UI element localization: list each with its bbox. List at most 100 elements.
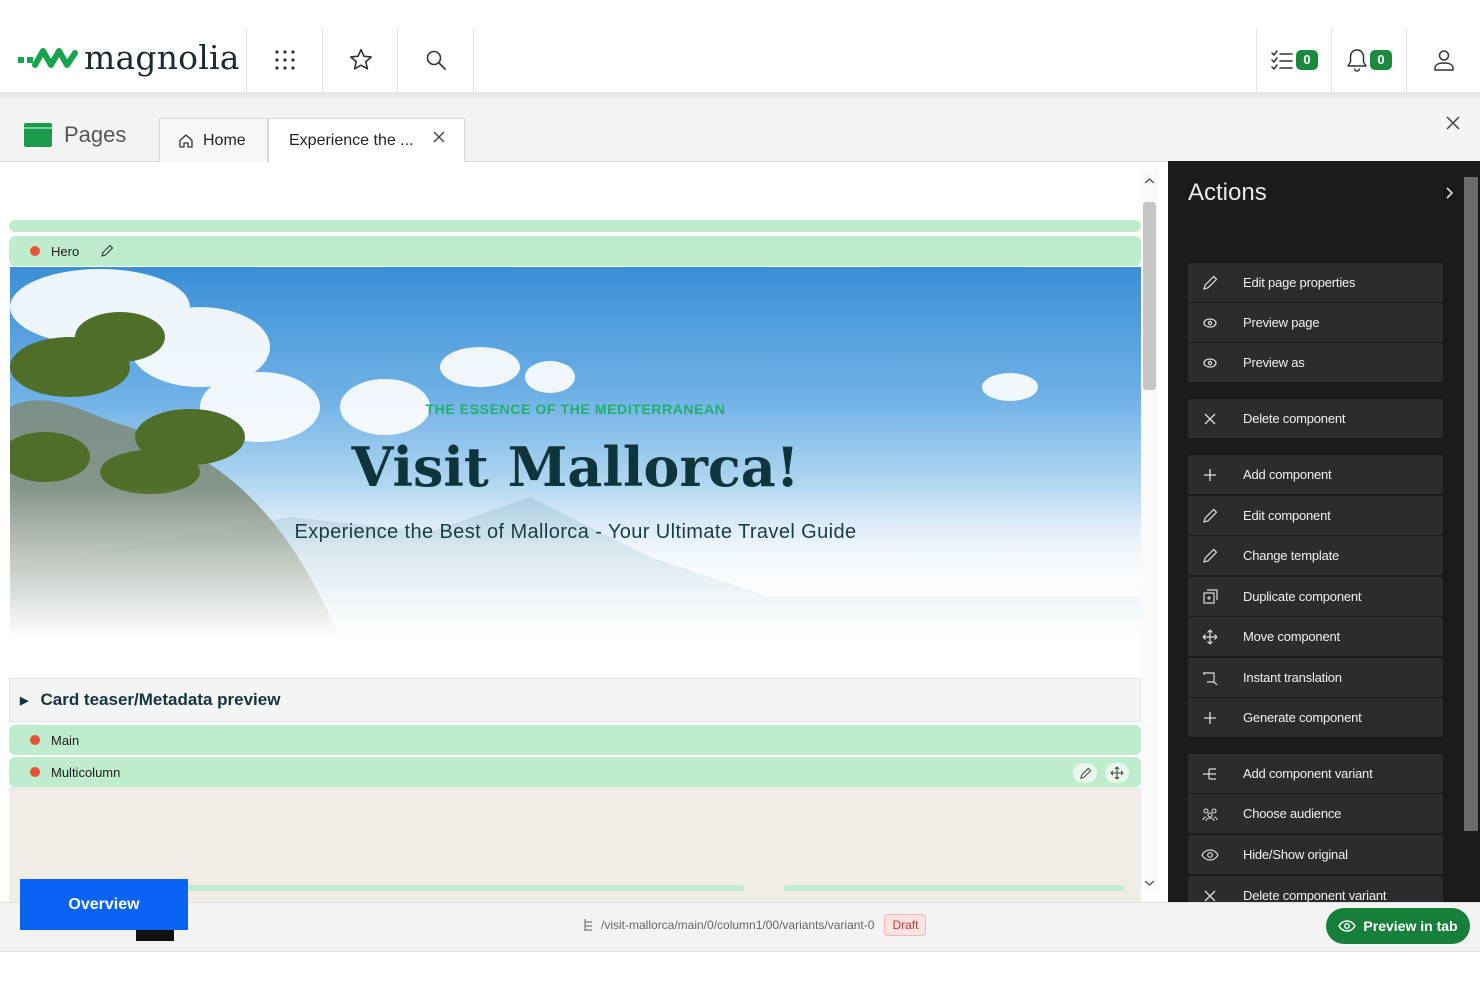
page-editor-canvas: Hero THE ESSENCE OF THE MEDITERRANEAN Vi… [0, 162, 1160, 902]
search-button[interactable] [397, 28, 474, 92]
action-add-component-variant[interactable]: Add component variant [1188, 754, 1443, 793]
action-label: Add component [1243, 467, 1332, 482]
eye-icon [1338, 920, 1357, 932]
action-label: Instant translation [1243, 670, 1342, 685]
hero-subtitle: Experience the Best of Mallorca - Your U… [294, 521, 857, 543]
duplicate-icon [1188, 588, 1232, 606]
area-bar-main[interactable]: Main [9, 725, 1141, 755]
canvas-scrollbar[interactable] [1141, 170, 1158, 892]
scrollbar-thumb[interactable] [1143, 202, 1156, 390]
pencil-icon [1188, 547, 1232, 565]
component-path: /visit-mallorca/main/0/column1/00/varian… [582, 914, 927, 936]
pencil-icon[interactable] [100, 244, 114, 258]
action-preview-as[interactable]: Preview as [1188, 343, 1443, 382]
action-label: Preview as [1243, 355, 1305, 370]
component-bar-hero[interactable]: Hero [9, 236, 1141, 266]
magnolia-logo-mark [18, 47, 78, 68]
home-icon [179, 133, 193, 148]
action-label: Generate component [1243, 710, 1362, 725]
close-icon [1188, 410, 1232, 428]
action-label: Hide/Show original [1243, 847, 1348, 862]
notifications-count-badge: 0 [1370, 50, 1392, 70]
grid-icon [274, 50, 295, 70]
actions-scrollbar[interactable] [1462, 161, 1480, 902]
component-controls [1073, 763, 1129, 783]
action-move-component[interactable]: Move component [1188, 617, 1443, 656]
area-bar-main-label: Main [51, 732, 80, 748]
move-icon [1110, 766, 1124, 780]
action-label: Delete component [1243, 411, 1346, 426]
component-bar-multicolumn[interactable]: Multicolumn [9, 757, 1141, 787]
plus-icon [1188, 466, 1232, 484]
scroll-up-icon[interactable] [1141, 174, 1158, 188]
magnolia-logo[interactable]: magnolia [18, 38, 240, 77]
user-icon [1433, 50, 1454, 71]
action-label: Edit component [1243, 508, 1331, 523]
action-label: Add component variant [1243, 766, 1373, 781]
status-dot [30, 246, 40, 256]
star-icon [349, 48, 372, 70]
edit-component-control[interactable] [1073, 763, 1097, 783]
action-label: Edit page properties [1243, 275, 1356, 290]
task-list-icon [1271, 50, 1293, 71]
action-label: Move component [1243, 629, 1340, 644]
move-component-control[interactable] [1105, 763, 1129, 783]
actions-title: Actions [1188, 179, 1267, 206]
area-bar-top[interactable] [9, 220, 1141, 232]
scrollbar-thumb[interactable] [1464, 177, 1478, 831]
card-teaser-toggle[interactable]: ▶ Card teaser/Metadata preview [9, 678, 1141, 722]
tab-experience-label: Experience the ... [289, 131, 414, 149]
close-tab-icon[interactable] [432, 130, 446, 144]
user-menu-button[interactable] [1406, 28, 1480, 92]
hero-section[interactable]: THE ESSENCE OF THE MEDITERRANEAN Visit M… [10, 267, 1141, 639]
notifications-button[interactable]: 0 [1331, 28, 1406, 92]
hero-title: Visit Mallorca! [351, 435, 800, 499]
eye-icon [1188, 846, 1232, 864]
action-delete-component-variant[interactable]: Delete component variant [1188, 876, 1443, 902]
action-edit-component[interactable]: Edit component [1188, 496, 1443, 535]
action-add-component[interactable]: Add component [1188, 455, 1443, 494]
preview-in-tab-button[interactable]: Preview in tab [1326, 908, 1470, 944]
card-teaser-label: Card teaser/Metadata preview [40, 690, 281, 709]
preview-icon [1188, 354, 1232, 372]
action-label: Preview page [1243, 315, 1320, 330]
column-bar [784, 885, 1124, 891]
action-duplicate-component[interactable]: Duplicate component [1188, 577, 1443, 616]
close-app-icon[interactable] [1444, 114, 1462, 132]
overview-button[interactable]: Overview [20, 879, 188, 930]
app-launcher-button[interactable] [246, 28, 322, 92]
pencil-icon [1079, 767, 1091, 779]
audience-icon [1188, 805, 1232, 823]
scroll-down-icon[interactable] [1141, 876, 1158, 890]
tab-home[interactable]: Home [159, 118, 268, 162]
logo-text: magnolia [84, 38, 240, 77]
bell-icon [1347, 49, 1367, 72]
action-instant-translation[interactable]: Instant translation [1188, 658, 1443, 697]
variant-icon [1188, 765, 1232, 783]
action-generate-component[interactable]: Generate component [1188, 698, 1443, 737]
collapse-panel-icon[interactable] [1444, 185, 1456, 201]
action-preview-page[interactable]: Preview page [1188, 303, 1443, 342]
tasks-button[interactable]: 0 [1256, 28, 1331, 92]
status-badge: Draft [884, 914, 927, 936]
status-dot [30, 767, 40, 777]
hero-eyebrow: THE ESSENCE OF THE MEDITERRANEAN [425, 401, 726, 417]
action-delete-component[interactable]: Delete component [1188, 399, 1443, 438]
top-bar: magnolia 0 0 [0, 0, 1480, 92]
favorites-button[interactable] [322, 28, 398, 92]
search-icon [426, 50, 446, 70]
action-hide-show-original[interactable]: Hide/Show original [1188, 835, 1443, 874]
tab-home-label: Home [203, 131, 246, 149]
action-edit-page-properties[interactable]: Edit page properties [1188, 263, 1443, 302]
actions-panel: Actions Edit page properties Preview page… [1168, 161, 1462, 902]
pencil-icon [1188, 274, 1232, 292]
app-title: Pages [24, 122, 126, 148]
overview-label: Overview [68, 895, 140, 913]
tasks-count-badge: 0 [1296, 50, 1318, 70]
preview-icon [1188, 314, 1232, 332]
status-footer: /visit-mallorca/main/0/column1/00/varian… [0, 902, 1480, 952]
app-title-label: Pages [64, 122, 127, 147]
action-change-template[interactable]: Change template [1188, 536, 1443, 575]
tab-experience[interactable]: Experience the ... [268, 118, 465, 162]
action-choose-audience[interactable]: Choose audience [1188, 794, 1443, 833]
